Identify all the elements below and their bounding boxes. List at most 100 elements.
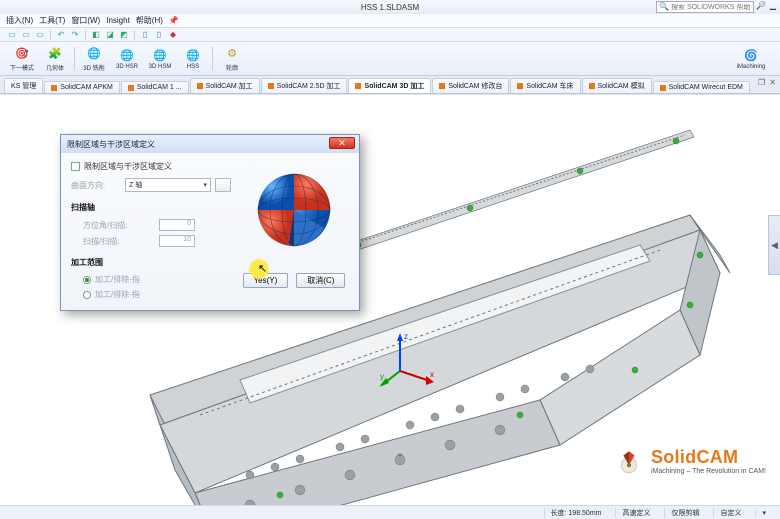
group-scan-axis: 扫描轴 — [71, 202, 231, 213]
quick-access-toolbar: ▭ ▭ ▭ ↶ ↷ ◧ ◪ ◩ ▯ ▯ ◆ — [0, 28, 780, 42]
logo-tagline: iMachining – The Revolution in CAM! — [651, 468, 766, 475]
tab-edm[interactable]: SolidCAM Wirecut EDM — [653, 81, 750, 93]
tab-proc[interactable]: SolidCAM 加工 — [190, 78, 260, 93]
geo-icon: 🧩 — [47, 46, 63, 62]
ribbon-btn-label: 几何体 — [46, 63, 64, 72]
menu-help[interactable]: 帮助(H) — [136, 15, 163, 26]
ribbon-sep2 — [212, 47, 213, 70]
ribbon-btn-label: 轮廓 — [226, 63, 238, 72]
scan-axis-fields: 方位角/扫描: 0 扫描/扫描: 10 — [83, 219, 231, 247]
dialog-check-row[interactable]: 限制区域与干涉区域定义 — [71, 161, 231, 172]
qa-chart-icon[interactable]: ▯ — [139, 30, 151, 40]
help-search[interactable]: 🔍 — [656, 1, 754, 13]
axis-z-label: z — [404, 332, 408, 341]
help-search-go[interactable]: 🔎 — [756, 1, 766, 11]
mill-3d-icon: 🌐 — [86, 46, 102, 62]
hsm-icon: 🌐 — [152, 47, 168, 63]
radio-icon[interactable] — [83, 291, 91, 299]
ribbon-btn-3dhsm[interactable]: 🌐3D HSM — [144, 44, 176, 73]
tab-icon — [517, 83, 523, 89]
status-length: 长度: 198.50mm — [544, 508, 608, 518]
tab-ks[interactable]: KS 管理 — [4, 78, 43, 93]
qa-new-icon[interactable]: ▭ — [6, 30, 18, 40]
qa-undo-icon[interactable]: ↶ — [55, 30, 67, 40]
dialog-right-column: Yes(Y) 取消(C) — [239, 161, 349, 300]
ribbon-btn-profile[interactable]: ⚙轮廓 — [216, 44, 248, 73]
tab-retro[interactable]: SolidCAM 修改台 — [432, 78, 509, 93]
dialog-body: 限制区域与干涉区域定义 曲面方向: Z 轴 ▾ 扫描轴 方位角/扫描: 0 扫描… — [61, 153, 359, 310]
qa-bars-icon[interactable]: ▯ — [153, 30, 165, 40]
ribbon-imachining[interactable]: 🌀 iMachining — [728, 44, 774, 73]
axis-y-label: y — [380, 372, 384, 381]
tab-25d[interactable]: SolidCAM 2.5D 加工 — [261, 78, 348, 93]
menu-insert[interactable]: 插入(N) — [6, 15, 33, 26]
menu-pin-icon[interactable]: 📌 — [169, 16, 179, 25]
qa-sep — [50, 30, 51, 40]
radio-row-1[interactable]: 加工/排除-指 — [83, 274, 231, 285]
ribbon-btn-label: HSS — [187, 64, 199, 70]
help-search-input[interactable] — [671, 4, 751, 11]
dialog-left-column: 限制区域与干涉区域定义 曲面方向: Z 轴 ▾ 扫描轴 方位角/扫描: 0 扫描… — [71, 161, 231, 300]
step-a-input[interactable]: 0 — [159, 219, 195, 231]
dialog-cancel-button[interactable]: 取消(C) — [296, 273, 345, 288]
menu-insight[interactable]: Insight — [106, 16, 130, 25]
window-min-icon[interactable]: ▁ — [768, 1, 778, 11]
tab-label: SolidCAM 加工 — [206, 81, 253, 91]
title-bar: HSS 1.SLDASM 🔍 🔎 ▁ — [0, 0, 780, 14]
status-a: 高速定义 — [615, 508, 656, 518]
tab-restore-icon[interactable]: ❐ — [758, 78, 765, 87]
ribbon-btn-hss[interactable]: 🌐HSS — [177, 44, 209, 73]
tab-lathe[interactable]: SolidCAM 车床 — [510, 78, 580, 93]
qa-open-icon[interactable]: ▭ — [20, 30, 32, 40]
radio-icon[interactable] — [83, 276, 91, 284]
combo-label: 曲面方向: — [71, 180, 121, 191]
ribbon-btn-label: 3D 铣削 — [83, 63, 104, 72]
status-b: 仅限剪辑 — [664, 508, 705, 518]
dialog-ok-button[interactable]: Yes(Y) — [243, 273, 289, 288]
dialog-title-text: 限制区域与干涉区域定义 — [67, 139, 155, 150]
right-panel-handle[interactable]: ◀ — [768, 215, 780, 275]
tab-label: SolidCAM 车床 — [526, 81, 573, 91]
tab-label: SolidCAM APKM — [60, 84, 113, 91]
dialog-titlebar[interactable]: 限制区域与干涉区域定义 ✕ — [61, 135, 359, 153]
step-b-input[interactable]: 10 — [159, 235, 195, 247]
ribbon-btn-geo[interactable]: 🧩几何体 — [39, 44, 71, 73]
radio1-label: 加工/排除-指 — [95, 274, 140, 285]
profile-icon: ⚙ — [224, 46, 240, 62]
qa-redo-icon[interactable]: ↷ — [69, 30, 81, 40]
combo-side-button[interactable] — [215, 178, 231, 192]
menu-tools[interactable]: 工具(T) — [39, 15, 65, 26]
radio-row-2[interactable]: 加工/排除-指 — [83, 289, 231, 300]
checkbox-icon[interactable] — [71, 162, 80, 171]
tab-label: SolidCAM 1 ... — [137, 84, 182, 91]
tab-3d[interactable]: SolidCAM 3D 加工 — [348, 78, 431, 93]
qa-save-icon[interactable]: ▭ — [34, 30, 46, 40]
dialog-close-button[interactable]: ✕ — [329, 137, 355, 149]
tab-icon — [589, 83, 595, 89]
ribbon-btn-3dmill[interactable]: 🌐3D 铣削 — [78, 44, 110, 73]
menu-window[interactable]: 窗口(W) — [71, 15, 100, 26]
radio2-label: 加工/排除-指 — [95, 289, 140, 300]
step-b-label: 扫描/扫描: — [83, 236, 155, 247]
step-a-label: 方位角/扫描: — [83, 220, 155, 231]
ribbon-btn-label: iMachining — [737, 64, 766, 70]
qa-view-icon[interactable]: ◪ — [104, 30, 116, 40]
dialog-limit-area: 限制区域与干涉区域定义 ✕ 限制区域与干涉区域定义 曲面方向: Z 轴 ▾ 扫描… — [60, 134, 360, 311]
tab-sim[interactable]: SolidCAM 模拟 — [582, 78, 652, 93]
qa-shade-icon[interactable]: ◩ — [118, 30, 130, 40]
qa-cube-icon[interactable]: ◧ — [90, 30, 102, 40]
ribbon-btn-3dhsr[interactable]: 🌐3D HSR — [111, 44, 143, 73]
ribbon-btn-label: 下一模式 — [10, 63, 34, 72]
hss-icon: 🌐 — [185, 47, 201, 63]
tab-sc1[interactable]: SolidCAM 1 ... — [121, 81, 189, 93]
status-dropdown-icon[interactable]: ▾ — [755, 509, 772, 517]
tab-close-icon[interactable]: ✕ — [769, 78, 776, 87]
tab-apkm[interactable]: SolidCAM APKM — [44, 81, 120, 93]
ribbon-btn-label: 3D HSM — [149, 64, 172, 70]
tab-label: SolidCAM 2.5D 加工 — [277, 81, 341, 91]
axis-x-label: x — [430, 370, 434, 379]
ribbon-btn-next[interactable]: 🎯下一模式 — [6, 44, 38, 73]
qa-check-icon[interactable]: ◆ — [167, 30, 179, 40]
surface-direction-combo[interactable]: Z 轴 ▾ — [125, 178, 211, 192]
tab-label: SolidCAM 模拟 — [598, 81, 645, 91]
